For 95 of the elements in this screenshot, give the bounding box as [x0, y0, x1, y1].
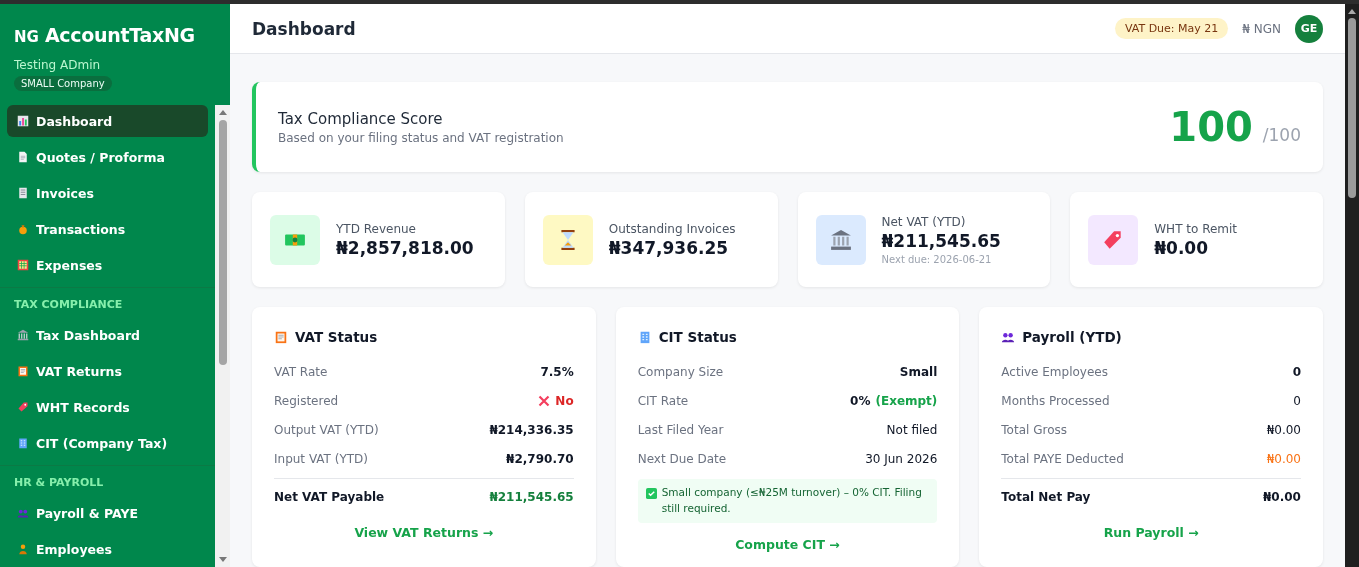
row-value: Not filed — [886, 422, 938, 437]
checkbox-icon — [645, 488, 657, 499]
currency-label: ₦ NGN — [1242, 21, 1281, 36]
row-value: ₦0.00 — [1266, 422, 1301, 437]
sidebar-item[interactable]: Tax Dashboard — [7, 319, 208, 351]
sidebar-item[interactable]: Dashboard — [7, 105, 208, 137]
panel-link[interactable]: View VAT Returns → — [354, 525, 494, 540]
logo-mark: NG — [14, 28, 39, 46]
bank-icon — [815, 214, 866, 265]
banknote-icon — [270, 214, 320, 265]
section-heading: TAX COMPLIANCE — [13, 297, 124, 313]
row-value: ₦214,336.35 — [489, 422, 574, 437]
sidebar-item[interactable]: CIT (Company Tax) — [7, 427, 208, 459]
company-badge: SMALL Company — [14, 76, 112, 91]
scrollbar[interactable] — [1345, 4, 1359, 567]
tag-icon — [17, 400, 29, 414]
row-label: Last Filed Year — [637, 422, 724, 437]
row-value: ₦211,545.65 — [489, 489, 574, 504]
cross-icon — [538, 394, 551, 407]
row-label: Active Employees — [1001, 364, 1108, 379]
avatar[interactable]: GE — [1295, 14, 1323, 43]
stat-value: ₦0.00 — [1154, 237, 1210, 258]
clipboard-icon — [17, 364, 29, 378]
row-label: Total Net Pay — [1001, 489, 1091, 504]
person-icon — [17, 542, 29, 556]
scroll-thumb[interactable] — [218, 120, 227, 365]
sidebar-item[interactable]: WHT Records — [7, 391, 208, 423]
score-value: 100 — [1169, 104, 1253, 150]
row-value: 7.5% — [540, 364, 574, 379]
scroll-up-icon[interactable] — [218, 109, 227, 115]
stat-value: ₦347,936.25 — [608, 237, 730, 258]
row-value: ₦0.00 — [1263, 489, 1301, 504]
row-label: Company Size — [637, 364, 724, 379]
hourglass-icon — [542, 214, 593, 265]
sidebar-item[interactable]: Quotes / Proforma — [7, 141, 208, 173]
panel-title: VAT Status — [295, 329, 378, 345]
stat-label: YTD Revenue — [336, 221, 417, 236]
row-label: CIT Rate — [637, 393, 689, 408]
stat-label: Outstanding Invoices — [608, 221, 736, 236]
row-label: Total Gross — [1001, 422, 1067, 437]
building-icon — [17, 436, 29, 450]
row-value: 0 — [1293, 393, 1301, 408]
card-subtitle: Based on your filing status and VAT registration — [278, 130, 564, 145]
row-value: No — [555, 393, 574, 408]
stat-label: Net VAT (YTD) — [881, 214, 967, 229]
row-value: ₦0.00 — [1266, 451, 1301, 466]
row-value: 0 — [1292, 364, 1301, 379]
panel-title: CIT Status — [658, 329, 737, 345]
row-label: VAT Rate — [274, 364, 328, 379]
card-title: Tax Compliance Score — [278, 109, 444, 128]
sidebar-item[interactable]: VAT Returns — [7, 355, 208, 387]
row-value: 0% — [850, 393, 871, 408]
money-bag-icon — [17, 222, 29, 236]
grid-icon — [17, 258, 29, 272]
scrollbar[interactable] — [215, 105, 230, 567]
scroll-thumb[interactable] — [1348, 18, 1356, 198]
score-max: /100 — [1262, 125, 1301, 145]
row-label: Registered — [274, 393, 339, 408]
sidebar-item[interactable]: Employees — [7, 533, 208, 565]
row-label: Input VAT (YTD) — [274, 451, 368, 466]
clipboard-icon — [274, 330, 288, 344]
bank-icon — [17, 328, 29, 342]
row-label: Output VAT (YTD) — [274, 422, 379, 437]
page-title: Dashboard — [252, 18, 356, 39]
row-value: Small — [899, 364, 938, 379]
brand-name: AccountTaxNG — [44, 24, 195, 46]
sidebar-item[interactable]: Transactions — [7, 213, 208, 245]
row-value-note: (Exempt) — [875, 393, 938, 408]
chart-icon — [17, 114, 29, 128]
people-icon — [1001, 330, 1016, 344]
vat-due-badge: VAT Due: May 21 — [1114, 18, 1229, 39]
user-name: Testing ADmin — [14, 58, 102, 72]
section-heading: HR & PAYROLL — [13, 475, 105, 491]
stat-note: Next due: 2026-06-21 — [881, 253, 993, 265]
row-label: Total PAYE Deducted — [1001, 451, 1124, 466]
panel-link[interactable]: Compute CIT → — [735, 536, 840, 552]
sidebar-item[interactable]: Invoices — [7, 177, 208, 209]
row-value: 30 Jun 2026 — [865, 451, 938, 466]
scroll-down-icon[interactable] — [218, 557, 227, 563]
row-value: ₦2,790.70 — [506, 451, 574, 466]
tag-icon — [1088, 214, 1139, 265]
panel-title: Payroll (YTD) — [1022, 329, 1122, 345]
notice-text: Small company (≤₦25M turnover) – 0% CIT. Filing still required. — [661, 485, 923, 516]
stat-label: WHT to Remit — [1154, 221, 1238, 236]
document-icon — [17, 150, 29, 164]
row-label: Months Processed — [1001, 393, 1110, 408]
scroll-up-icon[interactable] — [1348, 8, 1356, 14]
panel-link[interactable]: Run Payroll → — [1103, 525, 1199, 540]
row-label: Net VAT Payable — [274, 489, 385, 504]
stat-value: ₦2,857,818.00 — [336, 237, 474, 258]
sidebar-item[interactable]: Expenses — [7, 249, 208, 281]
row-label: Next Due Date — [637, 451, 727, 466]
stat-value: ₦211,545.65 — [881, 230, 1001, 251]
sidebar-item[interactable]: Payroll & PAYE — [7, 497, 208, 529]
receipt-icon — [17, 186, 29, 200]
